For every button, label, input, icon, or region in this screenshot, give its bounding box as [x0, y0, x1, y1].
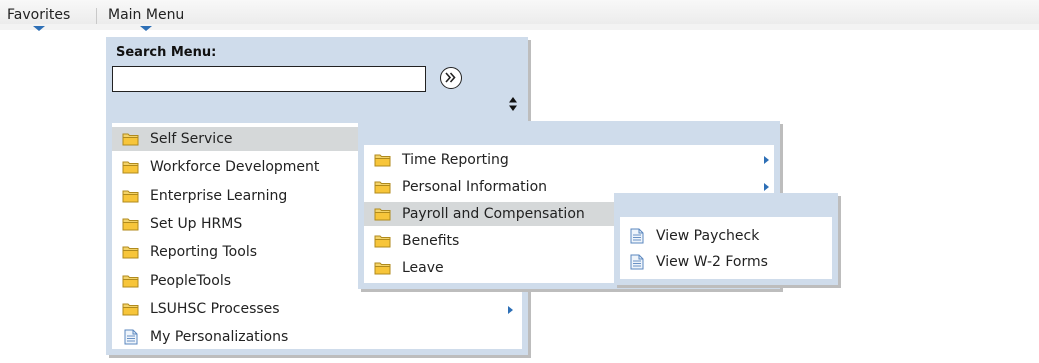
self-service-item-personal-information[interactable]: Personal Information [364, 175, 616, 199]
menu-item-label: Enterprise Learning [150, 187, 288, 204]
folder-icon [122, 246, 139, 259]
menu-item-label: Payroll and Compensation [402, 206, 585, 222]
main-menu-label: Main Menu [108, 7, 185, 23]
main-menu-item-my-personalizations[interactable]: My Personalizations [112, 325, 372, 349]
menu-item-label: Time Reporting [402, 152, 509, 168]
main-menu-item-workforce-development[interactable]: Workforce Development [112, 155, 372, 179]
folder-icon [374, 154, 391, 167]
menu-item-label: Workforce Development [150, 159, 320, 176]
menu-item-label: Reporting Tools [150, 244, 257, 261]
double-chevron-right-icon [445, 72, 456, 83]
main-menu-item-self-service[interactable]: Self Service [112, 127, 372, 151]
personal-information-arrow-icon [764, 183, 769, 191]
search-menu-label: Search Menu: [116, 45, 217, 60]
folder-icon [122, 190, 139, 203]
main-menu-item-set-up-hrms[interactable]: Set Up HRMS [112, 212, 372, 236]
folder-icon [122, 161, 139, 174]
self-service-item-benefits[interactable]: Benefits [364, 229, 616, 253]
folder-icon [374, 235, 391, 248]
payroll-item-view-w-2-forms[interactable]: View W-2 Forms [620, 250, 832, 274]
menu-item-label: LSUHSC Processes [150, 300, 280, 317]
search-go-button[interactable] [440, 67, 462, 89]
favorites-label: Favorites [7, 7, 71, 23]
main-menu-caret-icon [140, 26, 153, 31]
menu-item-label: Personal Information [402, 179, 548, 195]
sort-icon[interactable] [508, 96, 518, 112]
folder-icon [122, 218, 139, 231]
main-menu-item-reporting-tools[interactable]: Reporting Tools [112, 240, 372, 264]
lsuhsc-processes-arrow-icon [508, 306, 513, 314]
main-menu-item-enterprise-learning[interactable]: Enterprise Learning [112, 184, 372, 208]
main-menu[interactable]: Main Menu [108, 7, 185, 31]
folder-icon [374, 181, 391, 194]
top-nav-bar: Favorites Main Menu [0, 0, 1039, 31]
folder-icon [122, 303, 139, 316]
folder-icon [374, 208, 391, 221]
menu-item-label: Self Service [150, 131, 233, 147]
self-service-item-leave[interactable]: Leave [364, 256, 616, 280]
folder-icon [122, 133, 139, 146]
self-service-item-payroll-and-compensation[interactable]: Payroll and Compensation [364, 202, 616, 226]
document-icon [630, 254, 644, 270]
menu-item-label: View W-2 Forms [656, 254, 768, 270]
folder-icon [122, 275, 139, 287]
folder-icon [374, 262, 391, 275]
menu-item-label: PeopleTools [150, 272, 231, 289]
menu-item-label: Set Up HRMS [150, 215, 243, 232]
main-menu-item-lsuhsc-processes[interactable]: LSUHSC Processes [112, 297, 372, 321]
favorites-caret-icon [32, 26, 45, 31]
menu-item-label: View Paycheck [656, 228, 760, 244]
self-service-item-time-reporting[interactable]: Time Reporting [364, 148, 616, 172]
main-menu-item-peopletools[interactable]: PeopleTools [112, 269, 372, 293]
menu-item-label: Benefits [402, 233, 460, 249]
time-reporting-arrow-icon [764, 156, 769, 164]
menu-item-label: My Personalizations [150, 329, 289, 346]
menu-item-label: Leave [402, 260, 444, 276]
document-icon [630, 228, 644, 244]
favorites-menu[interactable]: Favorites [7, 7, 71, 31]
nav-separator [96, 8, 97, 24]
payroll-item-view-paycheck[interactable]: View Paycheck [620, 224, 832, 248]
search-menu-input[interactable] [112, 66, 426, 92]
document-icon [124, 329, 138, 345]
